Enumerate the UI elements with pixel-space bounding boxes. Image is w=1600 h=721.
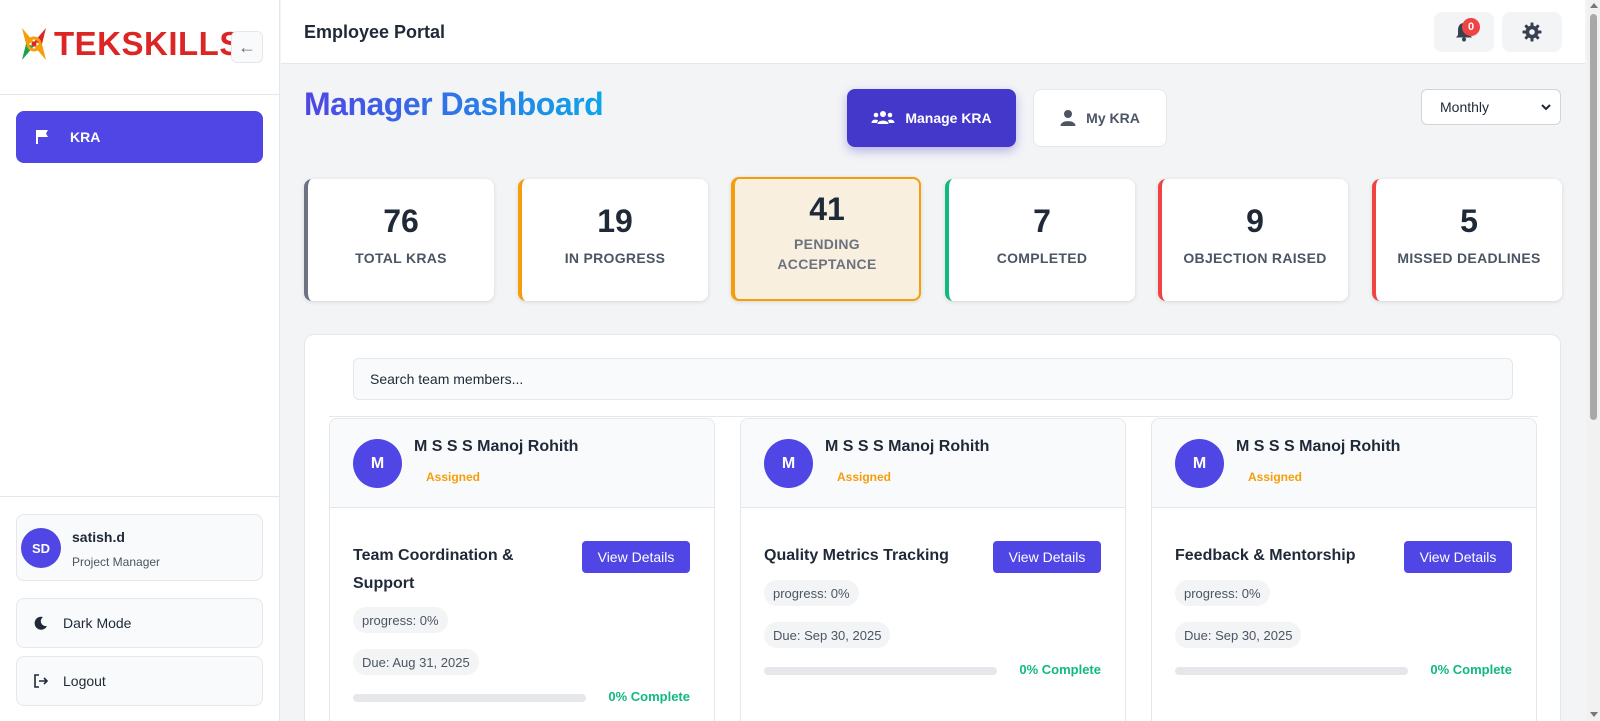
view-details-button[interactable]: View Details	[993, 541, 1101, 573]
sidebar-footer: SD satish.d Project Manager Dark Mode Lo…	[0, 496, 280, 721]
page-title: Manager Dashboard	[304, 86, 604, 122]
stat-value: 41	[809, 191, 845, 227]
sidebar-item-label: KRA	[70, 129, 101, 145]
stat-label: PENDING ACCEPTANCE	[777, 236, 877, 272]
scrollbar-thumb[interactable]	[1590, 14, 1597, 420]
my-kra-label: My KRA	[1086, 110, 1140, 126]
logo-mark-icon	[16, 24, 52, 64]
kra-title: Quality Metrics Tracking	[764, 547, 949, 564]
due-date-chip: Due: Aug 31, 2025	[353, 649, 479, 675]
kra-title: Team Coordination & Support	[353, 547, 514, 592]
avatar: SD	[21, 528, 61, 568]
arrow-left-icon: ←	[238, 36, 256, 57]
progress-percent: 0% Complete	[1430, 662, 1512, 677]
logout-icon	[34, 674, 49, 688]
stat-card-missed-deadlines[interactable]: 5 MISSED DEADLINES	[1372, 179, 1562, 301]
kra-card-header: M M S S S Manoj Rohith Assigned	[741, 419, 1125, 508]
status-badge: Assigned	[1248, 470, 1303, 484]
kra-card-header: M M S S S Manoj Rohith Assigned	[330, 419, 714, 508]
status-badge: Assigned	[837, 470, 892, 484]
dark-mode-toggle[interactable]: Dark Mode	[16, 598, 263, 648]
logo-area: TEKSKILLS ←	[0, 0, 279, 95]
kra-card: M M S S S Manoj Rohith Assigned Feedback…	[1151, 418, 1537, 721]
dark-mode-label: Dark Mode	[63, 615, 132, 631]
sidebar-item-kra[interactable]: KRA	[16, 111, 263, 163]
stat-label: OBJECTION RAISED	[1183, 250, 1327, 266]
search-placeholder: Search team members...	[370, 371, 524, 387]
stat-value: 76	[383, 203, 419, 239]
users-icon	[871, 111, 895, 124]
progress-percent: 0% Complete	[1019, 662, 1101, 677]
logout-label: Logout	[63, 673, 106, 689]
progress-chip: progress: 0%	[353, 607, 448, 633]
collapse-sidebar-button[interactable]: ←	[231, 31, 263, 63]
user-icon	[1060, 110, 1076, 126]
moon-icon	[34, 616, 47, 630]
scroll-down-arrow-icon[interactable]	[1590, 712, 1598, 717]
employee-name: M S S S Manoj Rohith	[825, 438, 990, 455]
kra-card: M M S S S Manoj Rohith Assigned Team Coo…	[329, 418, 715, 721]
kra-card: M M S S S Manoj Rohith Assigned Quality …	[740, 418, 1126, 721]
user-name: satish.d	[72, 529, 125, 545]
employee-name: M S S S Manoj Rohith	[1236, 438, 1401, 455]
my-kra-button[interactable]: My KRA	[1033, 89, 1167, 147]
progress-percent: 0% Complete	[608, 689, 690, 704]
progress-bar	[1175, 667, 1408, 675]
settings-button[interactable]	[1502, 12, 1562, 52]
search-input[interactable]: Search team members...	[353, 358, 1513, 400]
page-scrollbar[interactable]	[1587, 0, 1600, 721]
notifications-button[interactable]: 0	[1434, 12, 1494, 52]
manage-kra-label: Manage KRA	[905, 110, 992, 126]
status-badge: Assigned	[426, 470, 481, 484]
top-bar: Employee Portal 0	[281, 0, 1585, 64]
stat-label: COMPLETED	[996, 250, 1088, 266]
stat-card-completed[interactable]: 7 COMPLETED	[945, 179, 1135, 301]
stat-label: MISSED DEADLINES	[1397, 250, 1541, 266]
user-profile-card[interactable]: SD satish.d Project Manager	[16, 514, 263, 581]
progress-bar	[764, 667, 997, 675]
manage-kra-button[interactable]: Manage KRA	[847, 89, 1016, 147]
stat-value: 7	[1033, 203, 1051, 239]
stat-value: 9	[1246, 203, 1264, 239]
user-role: Project Manager	[72, 555, 161, 569]
avatar: M	[764, 439, 813, 488]
stat-card-in-progress[interactable]: 19 IN PROGRESS	[518, 179, 708, 301]
progress-bar	[353, 694, 586, 702]
stat-label: IN PROGRESS	[564, 250, 666, 266]
sidebar: TEKSKILLS ← KRA SD satish.d Project Mana…	[0, 0, 280, 721]
brand-logo[interactable]: TEKSKILLS	[16, 24, 242, 64]
employee-name: M S S S Manoj Rohith	[414, 438, 579, 455]
stat-card-objection-raised[interactable]: 9 OBJECTION RAISED	[1158, 179, 1348, 301]
due-date-chip: Due: Sep 30, 2025	[764, 622, 891, 648]
notification-count-badge: 0	[1462, 18, 1480, 36]
flag-icon	[36, 130, 48, 144]
avatar: M	[1175, 439, 1224, 488]
period-select[interactable]: Monthly	[1421, 89, 1561, 125]
kra-card-header: M M S S S Manoj Rohith Assigned	[1152, 419, 1536, 508]
due-date-chip: Due: Sep 30, 2025	[1175, 622, 1302, 648]
portal-title: Employee Portal	[304, 22, 446, 42]
stat-card-pending-acceptance[interactable]: 41 PENDING ACCEPTANCE	[731, 177, 921, 301]
avatar: M	[353, 439, 402, 488]
period-select-value: Monthly	[1440, 99, 1490, 115]
logout-button[interactable]: Logout	[16, 656, 263, 706]
progress-chip: progress: 0%	[764, 580, 859, 606]
gear-icon	[1522, 22, 1542, 42]
stat-label: TOTAL KRAS	[355, 250, 447, 266]
chevron-down-icon	[1541, 104, 1551, 111]
stat-value: 5	[1460, 203, 1478, 239]
stat-value: 19	[597, 203, 633, 239]
logo-text: TEKSKILLS	[54, 25, 242, 62]
progress-chip: progress: 0%	[1175, 580, 1270, 606]
stat-card-total-kras[interactable]: 76 TOTAL KRAS	[304, 179, 494, 301]
team-panel: Search team members... M M S S S Manoj R…	[304, 334, 1561, 721]
kra-title: Feedback & Mentorship	[1175, 547, 1356, 564]
scroll-up-arrow-icon[interactable]	[1590, 3, 1598, 8]
view-details-button[interactable]: View Details	[582, 541, 690, 573]
divider	[329, 416, 1538, 417]
view-details-button[interactable]: View Details	[1404, 541, 1512, 573]
